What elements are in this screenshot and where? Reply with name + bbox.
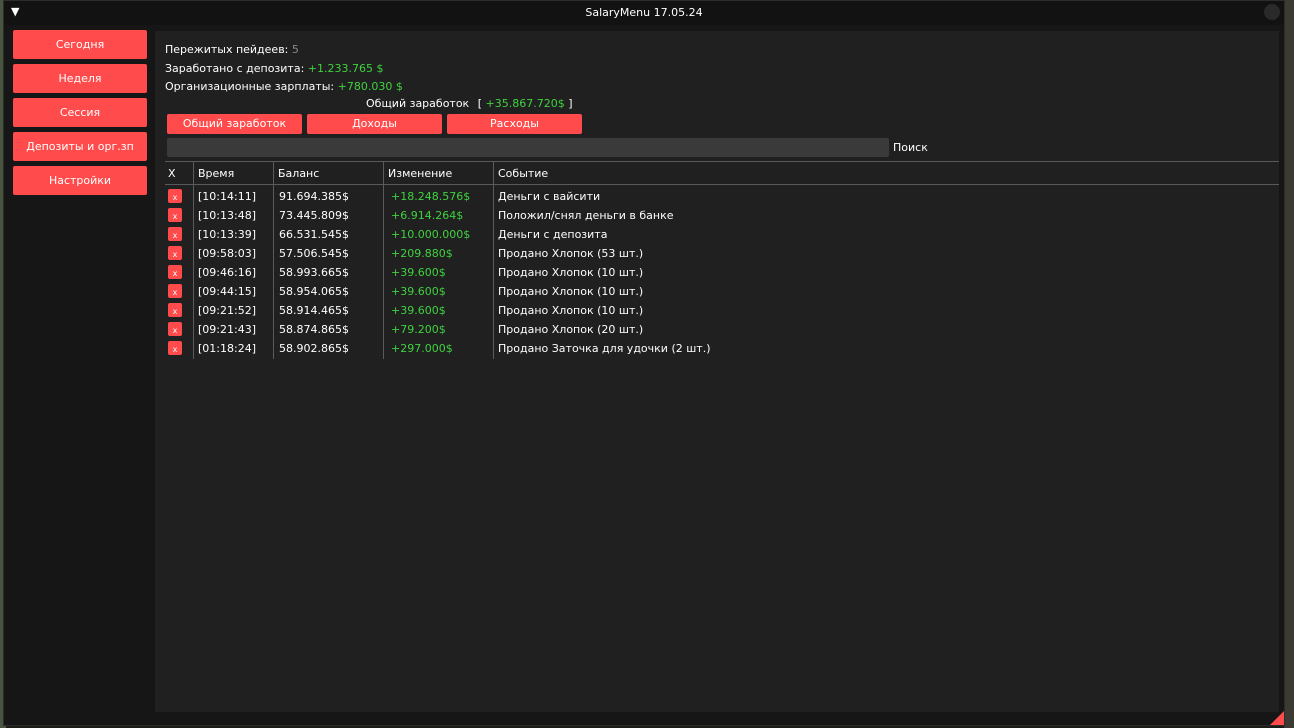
row-balance: 57.506.545$ [279,247,349,260]
table-row: x [10:13:39] 66.531.545$ +10.000.000$ Деньги… [155,224,1279,243]
row-event: Продано Хлопок (10 шт.) [498,266,644,279]
header-event: Событие [498,167,549,180]
delete-row-button[interactable]: x [168,208,182,222]
header-change: Изменение [388,167,453,180]
row-change: +39.600$ [391,285,446,298]
game-background-right-edge [1284,0,1294,728]
sidebar: Сегодня Неделя Сессия Депозиты и орг.зп … [9,28,151,200]
sidebar-item-today[interactable]: Сегодня [13,30,147,59]
sidebar-item-week[interactable]: Неделя [13,64,147,93]
table-header-divider [165,184,1279,185]
table-row: x [10:14:11] 91.694.385$ +18.248.576$ Деньги… [155,186,1279,205]
table-row: x [09:21:52] 58.914.465$ +39.600$ Продано Хл… [155,300,1279,319]
row-balance: 73.445.809$ [279,209,349,222]
org-salary-stat: Организационные зарплаты: +780.030 $ [165,80,403,93]
delete-row-button[interactable]: x [168,189,182,203]
table-row: x [09:58:03] 57.506.545$ +209.880$ Продано Х… [155,243,1279,262]
header-balance: Баланс [278,167,320,180]
delete-row-button[interactable]: x [168,246,182,260]
row-time: [10:14:11] [198,190,256,203]
table-row: x [09:44:15] 58.954.065$ +39.600$ Продано Хл… [155,281,1279,300]
row-balance: 58.914.465$ [279,304,349,317]
sidebar-item-session[interactable]: Сессия [13,98,147,127]
row-event: Продано Хлопок (10 шт.) [498,285,644,298]
total-bracket-close: ] [568,97,573,110]
row-time: [09:21:43] [198,323,256,336]
tab-income[interactable]: Доходы [307,114,442,134]
total-value: +35.867.720$ [485,97,565,110]
paydays-stat: Пережитых пейдеев: 5 [165,43,299,56]
resize-grip-icon[interactable] [1270,711,1284,725]
row-change: +10.000.000$ [391,228,471,241]
row-time: [09:46:16] [198,266,256,279]
table-row: x [09:46:16] 58.993.665$ +39.600$ Продано Хл… [155,262,1279,281]
delete-row-button[interactable]: x [168,341,182,355]
search-input[interactable] [167,138,889,157]
row-change: +39.600$ [391,266,446,279]
org-salary-value: +780.030 $ [337,80,403,93]
row-balance: 58.874.865$ [279,323,349,336]
search-label: Поиск [893,141,928,154]
row-time: [09:58:03] [198,247,256,260]
window-titlebar[interactable]: ▼ SalaryMenu 17.05.24 [4,1,1284,25]
row-time: [09:21:52] [198,304,256,317]
header-time: Время [198,167,235,180]
delete-row-button[interactable]: x [168,322,182,336]
window-title: SalaryMenu 17.05.24 [585,6,703,19]
total-label: Общий заработок [366,97,470,110]
row-event: Деньги с вайсити [498,190,601,203]
row-change: +297.000$ [391,342,453,355]
row-change: +18.248.576$ [391,190,471,203]
row-time: [01:18:24] [198,342,256,355]
total-bracket-open: [ [477,97,483,110]
row-event: Продано Хлопок (20 шт.) [498,323,644,336]
row-event: Деньги с депозита [498,228,608,241]
header-delete: X [168,167,176,180]
delete-row-button[interactable]: x [168,284,182,298]
table-row: x [01:18:24] 58.902.865$ +297.000$ Продано З… [155,338,1279,357]
row-balance: 58.902.865$ [279,342,349,355]
row-balance: 58.993.665$ [279,266,349,279]
table-row: x [10:13:48] 73.445.809$ +6.914.264$ Положил… [155,205,1279,224]
salary-menu-window: ▼ SalaryMenu 17.05.24 Сегодня Неделя Сес… [3,0,1285,726]
row-change: +79.200$ [391,323,446,336]
row-event: Положил/снял деньги в банке [498,209,674,222]
org-salary-label: Организационные зарплаты: [165,80,335,93]
table-top-divider [165,161,1279,162]
row-balance: 66.531.545$ [279,228,349,241]
tab-expenses[interactable]: Расходы [447,114,582,134]
tab-total-earnings[interactable]: Общий заработок [167,114,302,134]
row-change: +39.600$ [391,304,446,317]
row-event: Продано Заточка для удочки (2 шт.) [498,342,711,355]
row-time: [09:44:15] [198,285,256,298]
delete-row-button[interactable]: x [168,227,182,241]
row-balance: 58.954.065$ [279,285,349,298]
row-time: [10:13:39] [198,228,256,241]
deposit-value: +1.233.765 $ [307,62,384,75]
main-panel: Пережитых пейдеев: 5 Заработано с депози… [155,31,1279,712]
total-earnings: Общий заработок [ +35.867.720$ ] [366,97,573,110]
row-event: Продано Хлопок (53 шт.) [498,247,644,260]
row-change: +6.914.264$ [391,209,464,222]
row-time: [10:13:48] [198,209,256,222]
paydays-label: Пережитых пейдеев: [165,43,289,56]
row-change: +209.880$ [391,247,453,260]
delete-row-button[interactable]: x [168,265,182,279]
window-close-icon[interactable] [1264,4,1280,20]
sidebar-item-deposits[interactable]: Депозиты и орг.зп [13,132,147,161]
deposit-stat: Заработано с депозита: +1.233.765 $ [165,62,384,75]
row-event: Продано Хлопок (10 шт.) [498,304,644,317]
sidebar-item-settings[interactable]: Настройки [13,166,147,195]
delete-row-button[interactable]: x [168,303,182,317]
deposit-label: Заработано с депозита: [165,62,305,75]
table-row: x [09:21:43] 58.874.865$ +79.200$ Продано Хл… [155,319,1279,338]
paydays-value: 5 [291,43,299,56]
row-balance: 91.694.385$ [279,190,349,203]
